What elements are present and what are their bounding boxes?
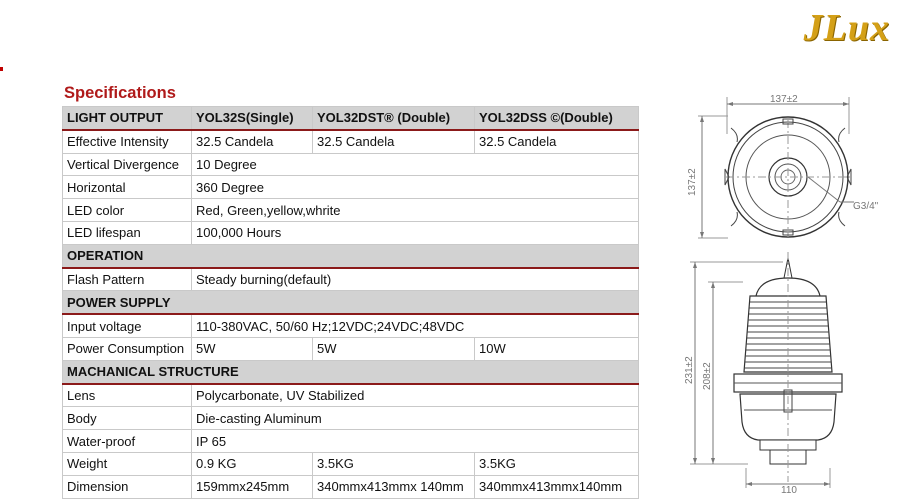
spec-label: LED lifespan	[62, 220, 192, 245]
spec-row: Body Die-casting Aluminum	[62, 406, 639, 431]
spec-label: LED color	[62, 198, 192, 222]
spec-value: 32.5 Candela	[474, 129, 639, 154]
top-width-label: 137±2	[770, 94, 798, 105]
model-column-header: YOL32S(Single)	[191, 105, 313, 131]
spec-value: 110-380VAC, 50/60 Hz;12VDC;24VDC;48VDC	[191, 313, 639, 338]
technical-drawing: 137±2 137±2 G3/4" 231±2 208±2 110	[684, 94, 879, 495]
red-marker	[0, 67, 3, 71]
spec-row: LED color Red, Green,yellow,whrite	[62, 198, 639, 222]
section-header: LIGHT OUTPUT	[62, 105, 192, 131]
spec-value: 3.5KG	[312, 451, 475, 476]
section-header-row: MACHANICAL STRUCTURE	[62, 359, 639, 385]
spec-row: Power Consumption 5W 5W 10W	[62, 336, 639, 361]
model-column-header: YOL32DSS ©(Double)	[474, 105, 639, 131]
overall-height-label: 231±2	[684, 356, 695, 384]
spec-row: Horizontal 360 Degree	[62, 175, 639, 200]
spec-value: 100,000 Hours	[191, 220, 639, 245]
section-header-row: OPERATION	[62, 243, 639, 269]
spec-label: Effective Intensity	[62, 129, 192, 154]
spec-row: LED lifespan 100,000 Hours	[62, 220, 639, 245]
body-height-label: 208±2	[702, 362, 713, 390]
spec-value: 0.9 KG	[191, 451, 313, 476]
model-column-header: YOL32DST® (Double)	[312, 105, 475, 131]
spec-value: 32.5 Candela	[312, 129, 475, 154]
top-depth-label: 137±2	[687, 168, 698, 196]
spec-label: Input voltage	[62, 313, 192, 338]
spec-value: 10 Degree	[191, 152, 639, 177]
section-header-row: POWER SUPPLY	[62, 290, 639, 316]
side-view-drawing: 231±2 208±2 110	[684, 252, 843, 495]
spec-table: LIGHT OUTPUT YOL32S(Single) YOL32DST® (Dou…	[62, 105, 639, 499]
spec-label: Power Consumption	[62, 336, 192, 361]
spec-label: Vertical Divergence	[62, 152, 192, 177]
spec-label: Lens	[62, 383, 192, 408]
page-title: Specifications	[64, 84, 176, 102]
spec-row: Water-proof IP 65	[62, 429, 639, 453]
spec-label: Body	[62, 406, 192, 431]
spec-value: 360 Degree	[191, 175, 639, 200]
section-header: MACHANICAL STRUCTURE	[62, 359, 639, 385]
spec-row: Input voltage 110-380VAC, 50/60 Hz;12VDC;…	[62, 313, 639, 338]
spec-row: Vertical Divergence 10 Degree	[62, 152, 639, 177]
spec-value: IP 65	[191, 429, 639, 453]
spec-value: Red, Green,yellow,whrite	[191, 198, 639, 222]
spec-value: Steady burning(default)	[191, 267, 639, 292]
spec-row: Weight 0.9 KG 3.5KG 3.5KG	[62, 451, 639, 476]
spec-label: Horizontal	[62, 175, 192, 200]
spec-label: Flash Pattern	[62, 267, 192, 292]
spec-row: Lens Polycarbonate, UV Stabilized	[62, 383, 639, 408]
spec-row: Flash Pattern Steady burning(default)	[62, 267, 639, 292]
spec-value: 10W	[474, 336, 639, 361]
base-width-label: 110	[781, 485, 797, 495]
spec-value: 3.5KG	[474, 451, 639, 476]
spec-value: 5W	[191, 336, 313, 361]
section-header: OPERATION	[62, 243, 639, 269]
spec-value: 32.5 Candela	[191, 129, 313, 154]
section-header: POWER SUPPLY	[62, 290, 639, 316]
thread-label: G3/4"	[853, 201, 879, 212]
spec-row: Effective Intensity 32.5 Candela 32.5 Cand…	[62, 129, 639, 154]
spec-label: Weight	[62, 451, 192, 476]
spec-value: Polycarbonate, UV Stabilized	[191, 383, 639, 408]
spec-value: 5W	[312, 336, 475, 361]
brand-logo: JLux	[803, 7, 890, 49]
section-header-row: LIGHT OUTPUT YOL32S(Single) YOL32DST® (Dou…	[62, 105, 639, 131]
spec-value: Die-casting Aluminum	[191, 406, 639, 431]
top-view-drawing: 137±2 137±2 G3/4"	[687, 94, 879, 239]
spec-label: Water-proof	[62, 429, 192, 453]
